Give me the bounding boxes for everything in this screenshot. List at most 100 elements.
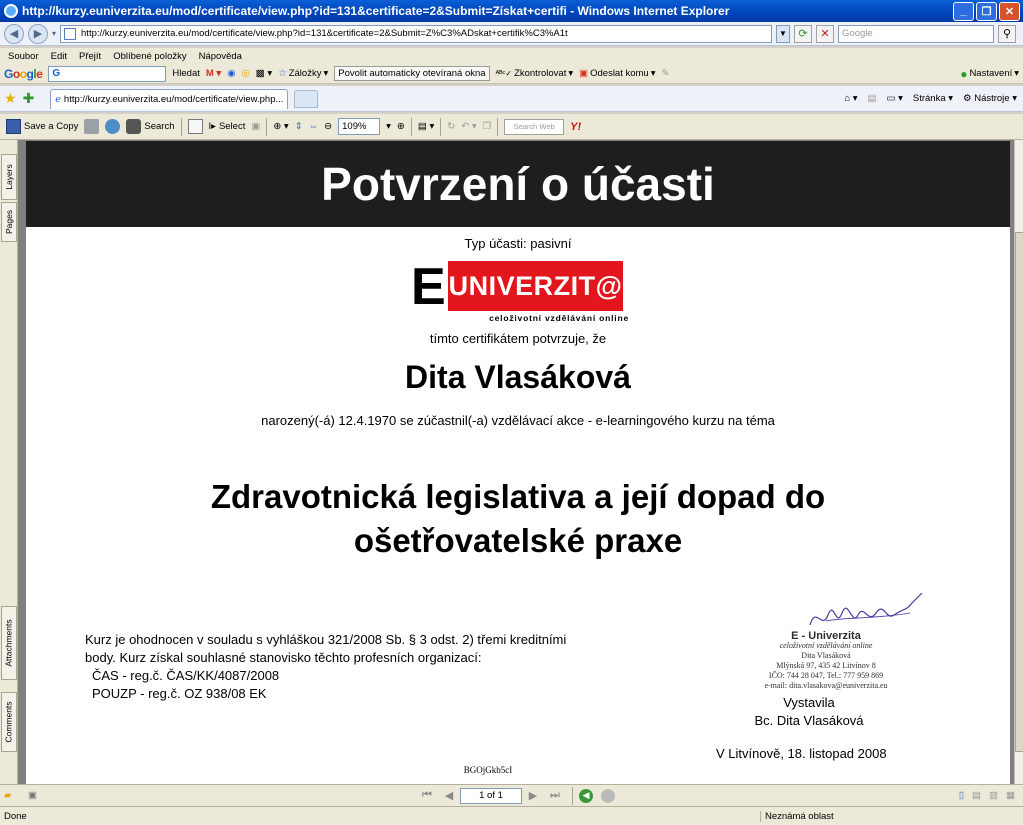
- first-page-button[interactable]: ⏮: [416, 789, 438, 802]
- page-number-field[interactable]: 1 of 1: [460, 787, 522, 804]
- zoom-out-button[interactable]: ⊖: [324, 121, 332, 132]
- save-copy-button[interactable]: Save a Copy: [6, 119, 78, 134]
- zoom-level-field[interactable]: 109%: [338, 118, 381, 135]
- home-icon[interactable]: ⌂ ▾: [844, 93, 857, 104]
- google-search-input[interactable]: G: [48, 65, 167, 82]
- close-button[interactable]: ✕: [999, 1, 1020, 21]
- picasa-icon[interactable]: ◎: [242, 68, 250, 79]
- menu-favorites[interactable]: Oblíbené položky: [113, 51, 186, 62]
- gmail-icon[interactable]: M ▾: [206, 68, 221, 79]
- search-web-input[interactable]: Search Web: [504, 118, 565, 135]
- next-view-icon[interactable]: [601, 788, 615, 803]
- page-icon: [64, 27, 77, 40]
- vertical-scrollbar[interactable]: [1014, 140, 1023, 784]
- tab-layers[interactable]: Layers: [1, 154, 17, 200]
- next-page-button[interactable]: ▶: [522, 789, 544, 802]
- rotate-icon[interactable]: ↻: [447, 121, 455, 132]
- birth-statement: narozený(-á) 12.4.1970 se zúčastnil(-a) …: [261, 413, 775, 428]
- certificate-heading: Potvrzení o účasti: [26, 141, 1010, 227]
- bookmarks-label: Záložky: [288, 68, 322, 79]
- address-dropdown-button[interactable]: ▼: [776, 24, 791, 43]
- fit-page-button[interactable]: ⇕: [295, 121, 303, 132]
- page-layout-button[interactable]: ▤ ▾: [418, 121, 434, 132]
- maximize-button[interactable]: ❐: [976, 1, 997, 21]
- popup-blocker-label: Povolit automaticky otevíraná okna: [338, 68, 486, 79]
- continuous-facing-view-icon[interactable]: ▦: [1006, 790, 1015, 801]
- fit-width-button[interactable]: ⇔: [309, 121, 319, 132]
- toolbar-extra-icon[interactable]: ▩ ▾: [256, 68, 272, 79]
- tab-pages-label: Pages: [4, 209, 15, 235]
- tab-active[interactable]: ℯ http://kurzy.euniverzita.eu/mod/certif…: [50, 88, 289, 109]
- feeds-icon[interactable]: ▤: [867, 93, 876, 104]
- layers-status-icon[interactable]: ▰: [4, 790, 20, 801]
- scrollbar-thumb[interactable]: [1015, 232, 1023, 752]
- menu-file[interactable]: Soubor: [8, 51, 39, 62]
- snapshot-button[interactable]: ▣: [251, 121, 260, 132]
- pdf-search-label: Search: [144, 121, 175, 132]
- forward-button[interactable]: ▶: [28, 23, 48, 44]
- globe-icon[interactable]: ◉: [227, 68, 235, 79]
- send-to-button[interactable]: ▣ Odeslat komu ▾: [579, 68, 655, 79]
- google-search-label: Hledat: [172, 68, 200, 79]
- history-dropdown-icon[interactable]: ▾: [52, 29, 56, 38]
- pen-icon[interactable]: ✎: [662, 68, 670, 79]
- google-search-button[interactable]: Hledat: [172, 68, 199, 79]
- bookmarks-button[interactable]: ☆ Záložky ▾: [278, 68, 328, 79]
- print-button[interactable]: [84, 119, 100, 134]
- address-field[interactable]: http://kurzy.euniverzita.eu/mod/certific…: [60, 24, 773, 43]
- page-menu-button[interactable]: Stránka ▾: [913, 93, 953, 104]
- facing-view-icon[interactable]: ▥: [989, 790, 998, 801]
- popup-blocker-button[interactable]: Povolit automaticky otevíraná okna: [334, 66, 490, 81]
- new-tab-button[interactable]: [294, 89, 319, 108]
- print-icon[interactable]: ▭ ▾: [886, 93, 902, 104]
- save-copy-label: Save a Copy: [24, 121, 79, 132]
- address-bar-row: ◀ ▶ ▾ http://kurzy.euniverzita.eu/mod/ce…: [0, 22, 1023, 46]
- panel-toggle-icon[interactable]: ▣: [28, 790, 44, 801]
- settings-button[interactable]: ● Nastavení ▾: [960, 67, 1023, 81]
- zoom-level-value: 109%: [342, 121, 367, 132]
- tab-attachments[interactable]: Attachments: [1, 606, 17, 680]
- tab-layers-label: Layers: [4, 164, 15, 190]
- window-titlebar: http://kurzy.euniverzita.eu/mod/certific…: [0, 0, 1023, 22]
- signature-image: [809, 592, 923, 626]
- menu-go[interactable]: Přejít: [79, 51, 101, 62]
- web-search-input[interactable]: Google: [838, 24, 995, 43]
- search-go-button[interactable]: ⚲: [998, 24, 1017, 43]
- page-number-value: 1 of 1: [479, 790, 503, 801]
- tools-menu-label: Nástroje: [974, 93, 1010, 104]
- single-page-view-icon[interactable]: ▯: [959, 790, 964, 801]
- select-tool-button[interactable]: I▸ Select: [209, 121, 246, 132]
- page-menu-label: Stránka: [912, 93, 946, 104]
- document-viewport[interactable]: Potvrzení o účasti Typ účasti: pasivní E…: [18, 140, 1014, 784]
- pages-icon[interactable]: ❐: [483, 121, 492, 132]
- google-search-text: G: [52, 68, 61, 79]
- zoom-in-tool-button[interactable]: ⊕ ▾: [273, 121, 288, 132]
- minimize-button[interactable]: _: [953, 1, 974, 21]
- undo-icon[interactable]: ↶ ▾: [461, 121, 476, 132]
- add-favorite-icon[interactable]: ✚: [23, 90, 35, 107]
- refresh-button[interactable]: ⟳: [794, 24, 813, 43]
- tab-attachments-label: Attachments: [4, 619, 14, 667]
- menu-help[interactable]: Nápověda: [199, 51, 242, 62]
- last-page-button[interactable]: ⏭: [544, 789, 566, 802]
- tab-comments[interactable]: Comments: [1, 692, 17, 752]
- yahoo-icon[interactable]: Y!: [570, 121, 581, 133]
- email-button[interactable]: [105, 119, 121, 134]
- menu-edit[interactable]: Edit: [51, 51, 67, 62]
- back-button[interactable]: ◀: [4, 23, 24, 44]
- zoom-in-button[interactable]: ⊕: [397, 121, 405, 132]
- previous-view-icon[interactable]: ◀: [579, 788, 593, 803]
- zoom-dropdown-icon[interactable]: ▾: [386, 121, 391, 132]
- continuous-view-icon[interactable]: ▤: [972, 790, 981, 801]
- address-text: http://kurzy.euniverzita.eu/mod/certific…: [81, 28, 568, 39]
- printer-icon: [84, 119, 100, 134]
- tab-pages[interactable]: Pages: [1, 202, 17, 242]
- pdf-search-button[interactable]: Search: [126, 119, 175, 134]
- favorites-star-icon[interactable]: ★: [4, 90, 17, 107]
- previous-page-button[interactable]: ◀: [438, 789, 460, 802]
- credits-line: body. Kurz získal souhlasné stanovisko t…: [85, 650, 482, 665]
- spellcheck-button[interactable]: ᴬᴮᶜ✓ Zkontrolovat ▾: [496, 68, 574, 79]
- hand-tool-button[interactable]: [187, 119, 203, 134]
- tools-menu-button[interactable]: ⚙ Nástroje ▾: [963, 93, 1017, 104]
- stop-button[interactable]: ✕: [816, 24, 835, 43]
